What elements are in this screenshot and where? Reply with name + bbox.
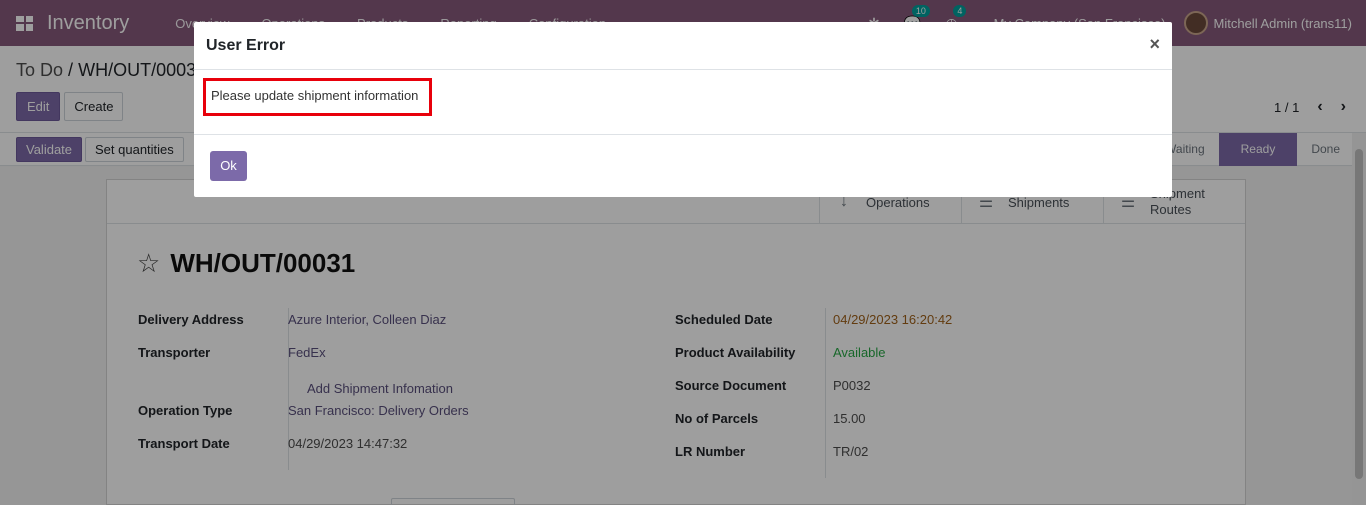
ok-button[interactable]: Ok (210, 151, 247, 181)
user-error-dialog: User Error × Please update shipment info… (194, 22, 1172, 197)
dialog-title: User Error (206, 36, 286, 54)
error-highlight: Please update shipment information (203, 78, 432, 116)
close-icon[interactable]: × (1149, 34, 1160, 55)
error-message: Please update shipment information (211, 88, 419, 103)
dialog-footer: Ok (194, 135, 1172, 197)
dialog-body: Please update shipment information (194, 70, 1172, 135)
dialog-header: User Error × (194, 22, 1172, 70)
